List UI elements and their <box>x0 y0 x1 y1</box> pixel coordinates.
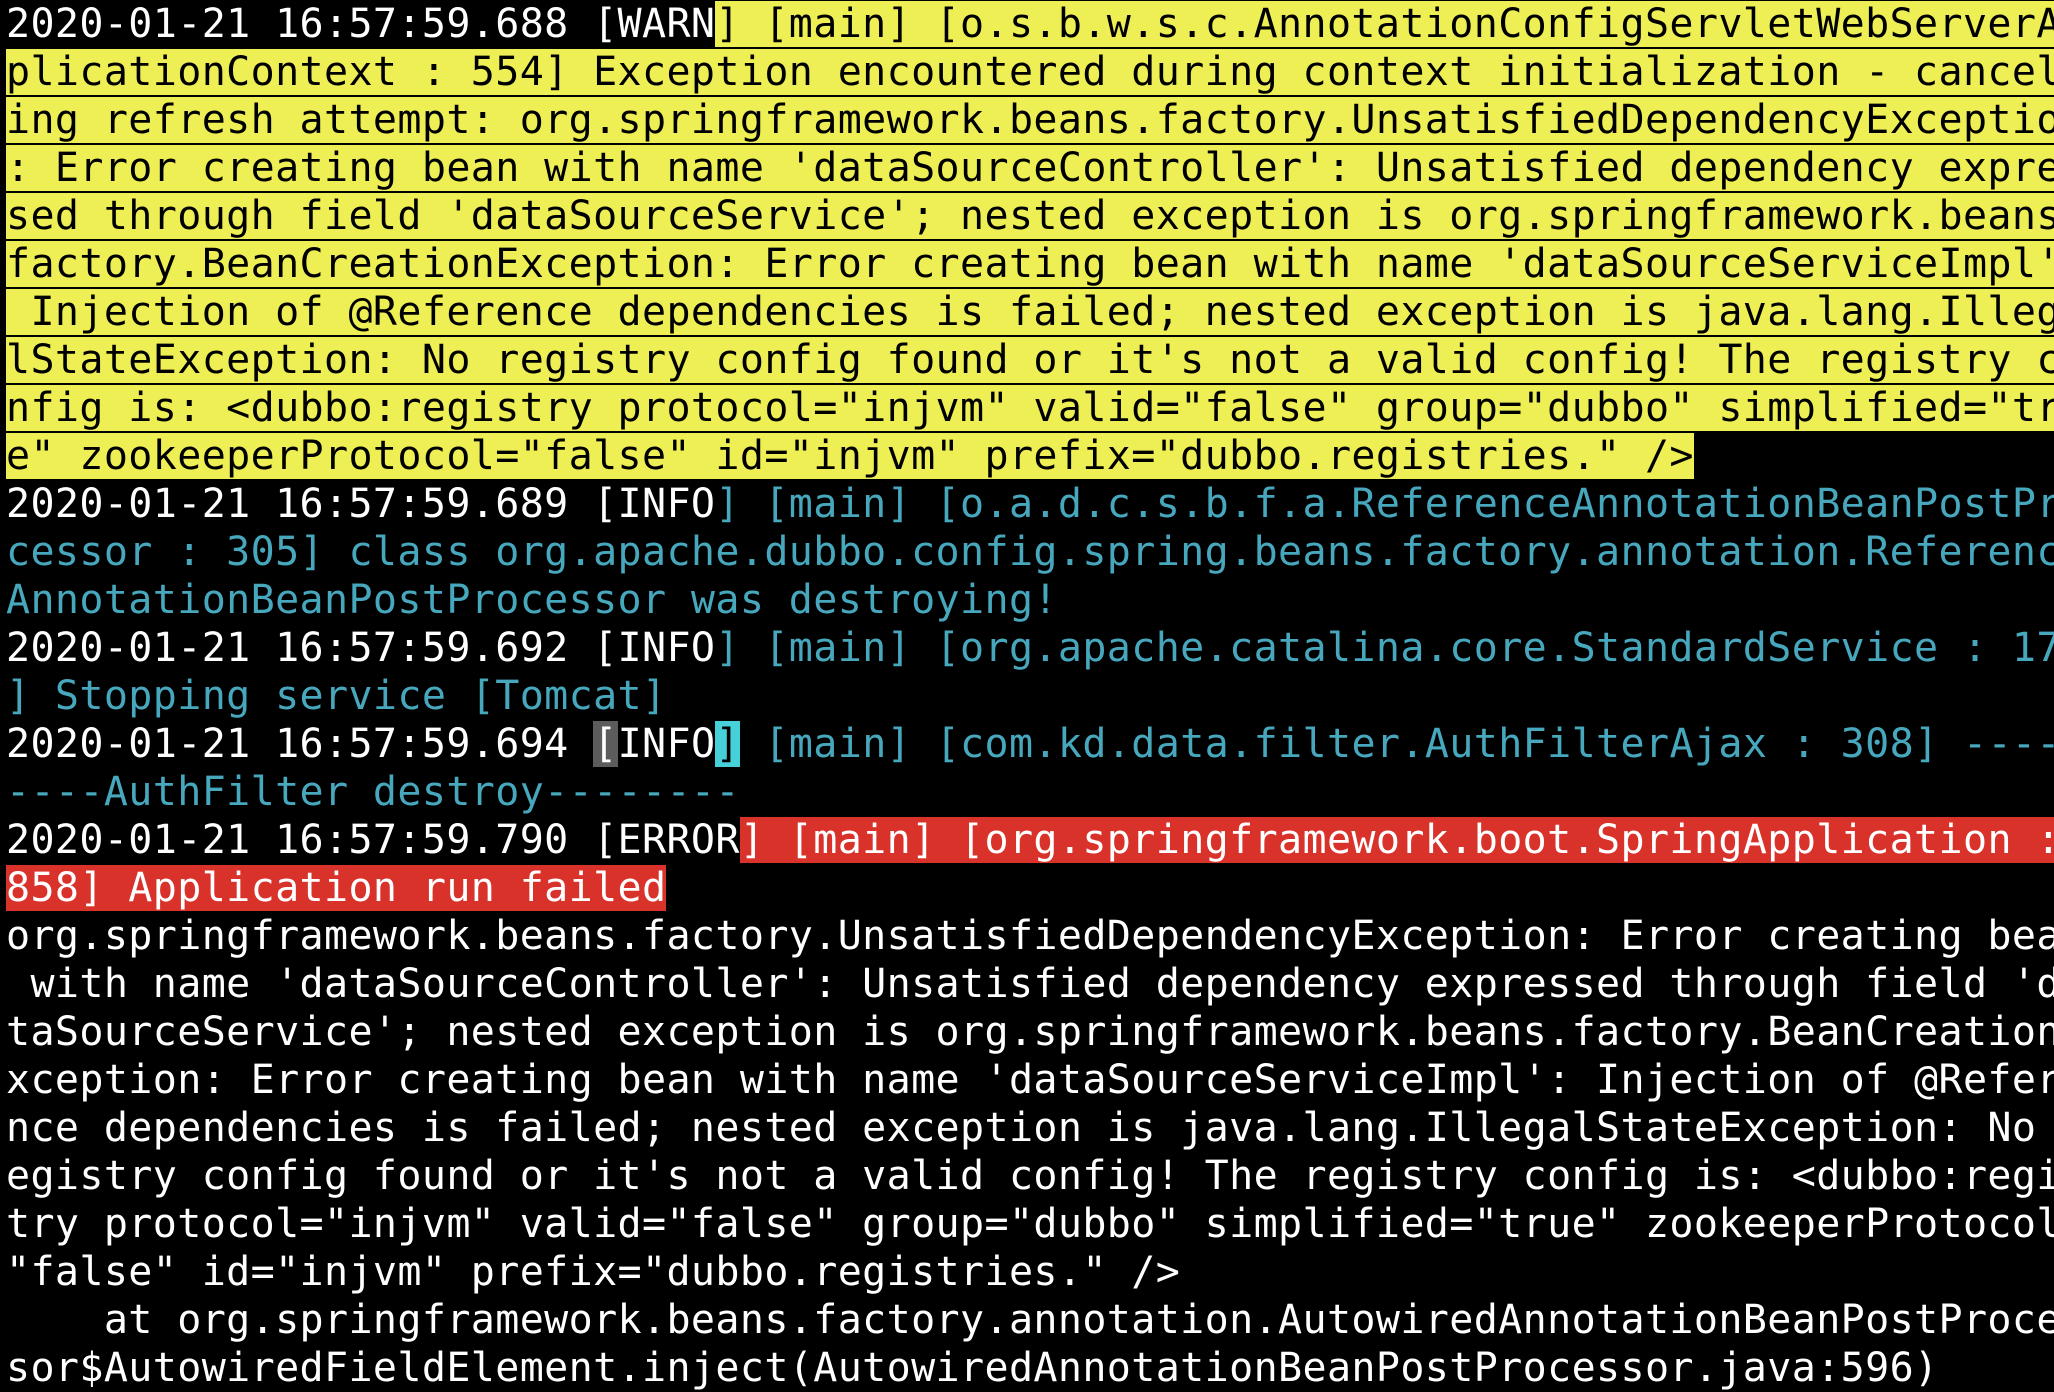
terminal-line: taSourceService'; nested exception is or… <box>6 1008 2054 1056</box>
terminal-text-segment: ----AuthFilter destroy-------- <box>6 769 740 815</box>
terminal-text-segment: egistry config found or it's not a valid… <box>6 1153 2054 1199</box>
terminal-text-segment: with name 'dataSourceController': Unsati… <box>6 961 2054 1007</box>
terminal-text-segment: cessor : 305] class org.apache.dubbo.con… <box>6 529 2054 575</box>
terminal-text-segment: INFO <box>617 721 716 767</box>
terminal-line: org.springframework.beans.factory.Unsati… <box>6 912 2054 960</box>
terminal-line: 2020-01-21 16:57:59.689 [INFO] [main] [o… <box>6 480 2054 528</box>
terminal-line: cessor : 305] class org.apache.dubbo.con… <box>6 528 2054 576</box>
terminal-text-segment: [ <box>593 721 618 767</box>
terminal-text-segment: sor$AutowiredFieldElement.inject(Autowir… <box>6 1345 1939 1391</box>
terminal-line: 2020-01-21 16:57:59.790 [ERROR] [main] [… <box>6 816 2054 864</box>
terminal-text-segment: : Error creating bean with name 'dataSou… <box>6 145 2054 191</box>
terminal-text-segment: 2020-01-21 16:57:59.688 [WARN <box>6 1 716 47</box>
terminal-text-segment: 858] Application run failed <box>6 865 667 911</box>
terminal-line: ing refresh attempt: org.springframework… <box>6 96 2054 144</box>
terminal-text-segment: factory.BeanCreationException: Error cre… <box>6 241 2054 287</box>
terminal-text-segment: ] Stopping service [Tomcat] <box>6 673 667 719</box>
terminal-line: : Error creating bean with name 'dataSou… <box>6 144 2054 192</box>
terminal-text-segment: 2020-01-21 16:57:59.694 <box>6 721 594 767</box>
terminal-line: ----AuthFilter destroy-------- <box>6 768 2054 816</box>
terminal-text-segment: taSourceService'; nested exception is or… <box>6 1009 2054 1055</box>
terminal-text-segment: lStateException: No registry config foun… <box>6 337 2054 383</box>
terminal-line: Injection of @Reference dependencies is … <box>6 288 2054 336</box>
terminal-text-segment: ] [main] [org.apache.catalina.core.Stand… <box>715 625 2054 671</box>
terminal-line: nce dependencies is failed; nested excep… <box>6 1104 2054 1152</box>
terminal-line: egistry config found or it's not a valid… <box>6 1152 2054 1200</box>
terminal-text-segment: ] [main] [o.s.b.w.s.c.AnnotationConfigSe… <box>715 1 2054 47</box>
terminal-line: xception: Error creating bean with name … <box>6 1056 2054 1104</box>
terminal-line: try protocol="injvm" valid="false" group… <box>6 1200 2054 1248</box>
terminal-line: "false" id="injvm" prefix="dubbo.registr… <box>6 1248 2054 1296</box>
terminal-line: at org.springframework.beans.factory.ann… <box>6 1296 2054 1344</box>
terminal-text-segment: 2020-01-21 16:57:59.689 [INFO <box>6 481 716 527</box>
terminal-text-segment: ] <box>715 721 740 767</box>
terminal-text-segment: ] [main] [o.a.d.c.s.b.f.a.ReferenceAnnot… <box>715 481 2054 527</box>
terminal-line: lStateException: No registry config foun… <box>6 336 2054 384</box>
terminal-text-segment: 2020-01-21 16:57:59.692 [INFO <box>6 625 716 671</box>
terminal-text-segment: xception: Error creating bean with name … <box>6 1057 2054 1103</box>
terminal-text-segment: [main] [com.kd.data.filter.AuthFilterAja… <box>739 721 2054 767</box>
terminal-text-segment: ] [main] [org.springframework.boot.Sprin… <box>739 817 2054 863</box>
terminal-line: 2020-01-21 16:57:59.694 [INFO] [main] [c… <box>6 720 2054 768</box>
terminal-text-segment: try protocol="injvm" valid="false" group… <box>6 1201 2054 1247</box>
terminal-line: plicationContext : 554] Exception encoun… <box>6 48 2054 96</box>
terminal-text-segment: sed through field 'dataSourceService'; n… <box>6 193 2054 239</box>
terminal-text-segment: 2020-01-21 16:57:59.790 [ERROR <box>6 817 740 863</box>
terminal-line: sor$AutowiredFieldElement.inject(Autowir… <box>6 1344 2054 1392</box>
terminal-text-segment: ing refresh attempt: org.springframework… <box>6 97 2054 143</box>
terminal-text-segment: at org.springframework.beans.factory.ann… <box>6 1297 2054 1343</box>
terminal-line: nfig is: <dubbo:registry protocol="injvm… <box>6 384 2054 432</box>
terminal-line: factory.BeanCreationException: Error cre… <box>6 240 2054 288</box>
terminal-line: with name 'dataSourceController': Unsati… <box>6 960 2054 1008</box>
terminal-text-segment: "false" id="injvm" prefix="dubbo.registr… <box>6 1249 1181 1295</box>
terminal-line: AnnotationBeanPostProcessor was destroyi… <box>6 576 2054 624</box>
terminal-text-segment: org.springframework.beans.factory.Unsati… <box>6 913 2054 959</box>
terminal-output[interactable]: 2020-01-21 16:57:59.688 [WARN] [main] [o… <box>0 0 2054 1392</box>
terminal-text-segment: nce dependencies is failed; nested excep… <box>6 1105 2054 1151</box>
terminal-line: sed through field 'dataSourceService'; n… <box>6 192 2054 240</box>
terminal-line: 2020-01-21 16:57:59.688 [WARN] [main] [o… <box>6 0 2054 48</box>
terminal-text-segment: Injection of @Reference dependencies is … <box>6 289 2054 335</box>
terminal-text-segment: e" zookeeperProtocol="false" id="injvm" … <box>6 433 1694 479</box>
terminal-line: 2020-01-21 16:57:59.692 [INFO] [main] [o… <box>6 624 2054 672</box>
terminal-text-segment: plicationContext : 554] Exception encoun… <box>6 49 2054 95</box>
terminal-text-segment: nfig is: <dubbo:registry protocol="injvm… <box>6 385 2054 431</box>
terminal-text-segment: AnnotationBeanPostProcessor was destroyi… <box>6 577 1058 623</box>
terminal-line: ] Stopping service [Tomcat] <box>6 672 2054 720</box>
terminal-line: 858] Application run failed <box>6 864 2054 912</box>
terminal-line: e" zookeeperProtocol="false" id="injvm" … <box>6 432 2054 480</box>
